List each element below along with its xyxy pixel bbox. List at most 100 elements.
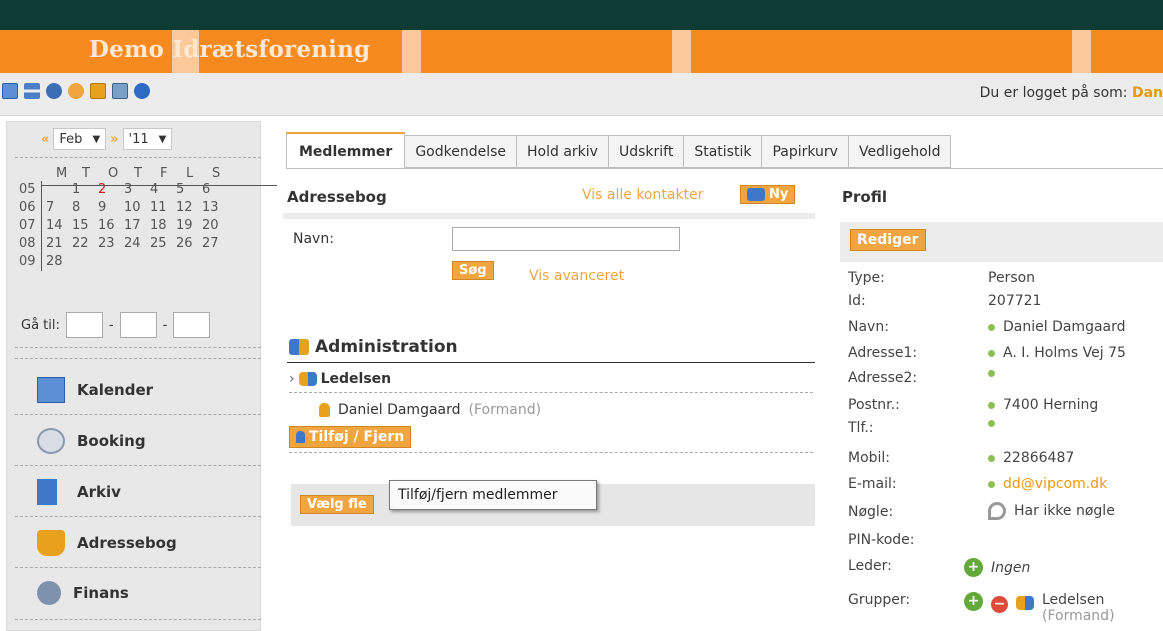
tab-medlemmer[interactable]: Medlemmer — [286, 132, 406, 168]
field-text: 22866487 — [1003, 450, 1075, 466]
banner: Demo Idrætsforening — [0, 30, 1163, 73]
calendar-day[interactable]: 24 — [124, 235, 150, 253]
name-search-input[interactable] — [452, 227, 680, 251]
group-name[interactable]: Ledelsen — [1042, 592, 1115, 608]
group-administration[interactable]: Administration — [289, 337, 458, 357]
nav-item-adressebog[interactable]: Adressebog — [37, 530, 177, 556]
nav-item-finans[interactable]: Finans — [37, 581, 129, 605]
tab-udskrift[interactable]: Udskrift — [608, 135, 685, 168]
calendar-day — [150, 253, 176, 271]
calendar-day[interactable]: 6 — [202, 181, 228, 199]
divider — [15, 157, 261, 158]
edit-button[interactable]: Rediger — [850, 229, 926, 251]
calendar-header-line — [41, 185, 277, 186]
subgroup-ledelsen[interactable]: › Ledelsen — [289, 371, 391, 387]
help-icon[interactable] — [134, 83, 150, 99]
divider — [289, 452, 813, 453]
tab-vedligehold[interactable]: Vedligehold — [848, 135, 952, 168]
search-button[interactable]: Søg — [452, 261, 494, 280]
add-group-icon[interactable]: + — [964, 592, 983, 611]
header-separator — [283, 213, 815, 219]
goto-label: Gå til: — [21, 317, 60, 333]
calendar-day[interactable]: 3 — [124, 181, 150, 199]
calendar-day[interactable]: 21 — [46, 235, 72, 253]
field-value: dd@vipcom.dk — [988, 476, 1107, 492]
divider — [15, 567, 261, 568]
group-icon — [289, 339, 309, 355]
email-link[interactable]: dd@vipcom.dk — [1003, 476, 1107, 492]
field-text: Har ikke nøgle — [1014, 503, 1115, 519]
calendar-day[interactable]: 25 — [150, 235, 176, 253]
field-label: Mobil: — [848, 450, 891, 466]
calendar-day[interactable]: 5 — [176, 181, 202, 199]
prev-month-button[interactable]: « — [41, 132, 49, 147]
sync-icon[interactable] — [68, 83, 84, 99]
calendar-day[interactable]: 14 — [46, 217, 72, 235]
nav-item-kalender[interactable]: Kalender — [37, 377, 153, 403]
show-advanced-link[interactable]: Vis avanceret — [529, 268, 624, 284]
week-number[interactable]: 07 — [19, 217, 41, 235]
calendar-date-icon[interactable] — [90, 83, 106, 99]
calendar-day[interactable]: 1 — [72, 181, 98, 199]
remove-group-icon[interactable]: − — [991, 596, 1008, 613]
divider — [15, 358, 261, 359]
calendar-day[interactable]: 22 — [72, 235, 98, 253]
goto-year-input[interactable] — [173, 312, 211, 338]
nav-item-arkiv[interactable]: Arkiv — [37, 479, 121, 505]
calendar-day[interactable]: 12 — [176, 199, 202, 217]
tab-hold-arkiv[interactable]: Hold arkiv — [517, 135, 609, 168]
calendar-day[interactable]: 16 — [98, 217, 124, 235]
calendar-day[interactable]: 18 — [150, 217, 176, 235]
nav-item-booking[interactable]: Booking — [37, 428, 146, 454]
week-number[interactable]: 09 — [19, 253, 41, 271]
calendar-day[interactable]: 26 — [176, 235, 202, 253]
status-dot — [988, 454, 995, 462]
choose-multiple-button[interactable]: Vælg fle — [300, 495, 374, 514]
add-leader-icon[interactable]: + — [964, 558, 983, 577]
goto-month-input[interactable] — [119, 312, 157, 338]
week-number[interactable]: 06 — [19, 199, 41, 217]
site-title[interactable]: Demo Idrætsforening — [89, 36, 370, 63]
calendar-day[interactable]: 23 — [98, 235, 124, 253]
calendar-day[interactable]: 19 — [176, 217, 202, 235]
monitor-icon[interactable] — [112, 83, 128, 99]
calendar-day[interactable]: 28 — [46, 253, 72, 271]
calendar-day[interactable]: 13 — [202, 199, 228, 217]
divider — [15, 619, 261, 620]
field-value: A. I. Holms Vej 75 — [988, 345, 1126, 361]
calendar-day[interactable]: 15 — [72, 217, 98, 235]
week-number[interactable]: 05 — [19, 181, 41, 199]
calendar-day[interactable]: 2 — [98, 181, 124, 199]
person-icon — [296, 431, 305, 443]
calendar-day[interactable]: 7 — [46, 199, 72, 217]
calendar-day[interactable]: 27 — [202, 235, 228, 253]
tab-statistik[interactable]: Statistik — [684, 135, 763, 168]
calendar-grid-icon[interactable] — [2, 83, 18, 99]
calendar-day[interactable]: 10 — [124, 199, 150, 217]
calendar-day[interactable]: 4 — [150, 181, 176, 199]
calendar-day[interactable]: 8 — [72, 199, 98, 217]
settings-gear-icon[interactable] — [46, 83, 62, 99]
week-days: 28 — [41, 253, 228, 271]
calendar-day[interactable]: 11 — [150, 199, 176, 217]
transfer-arrows-icon[interactable] — [24, 83, 40, 99]
tab-godkendelse[interactable]: Godkendelse — [405, 135, 518, 168]
month-select[interactable]: Feb ▼ — [53, 128, 107, 150]
week-number[interactable]: 08 — [19, 235, 41, 253]
add-remove-members-button[interactable]: Tilføj / Fjern — [289, 426, 412, 448]
goto-day-input[interactable] — [65, 312, 103, 338]
new-contact-button[interactable]: Ny — [740, 185, 796, 204]
weekday-label: O — [108, 166, 119, 181]
calendar-day[interactable]: 9 — [98, 199, 124, 217]
show-all-contacts-link[interactable]: Vis alle kontakter — [582, 187, 703, 203]
calendar-day — [98, 253, 124, 271]
tab-papirkurv[interactable]: Papirkurv — [762, 135, 849, 168]
year-select[interactable]: '11 ▼ — [122, 128, 173, 150]
member-row[interactable]: Daniel Damgaard (Formand) — [319, 402, 541, 418]
next-month-button[interactable]: » — [110, 132, 118, 147]
group-title: Administration — [315, 337, 458, 357]
calendar-day[interactable]: 17 — [124, 217, 150, 235]
logged-in-user[interactable]: Dan — [1132, 85, 1163, 101]
logged-in-status: Du er logget på som: Dan — [980, 85, 1163, 101]
calendar-day[interactable]: 20 — [202, 217, 228, 235]
